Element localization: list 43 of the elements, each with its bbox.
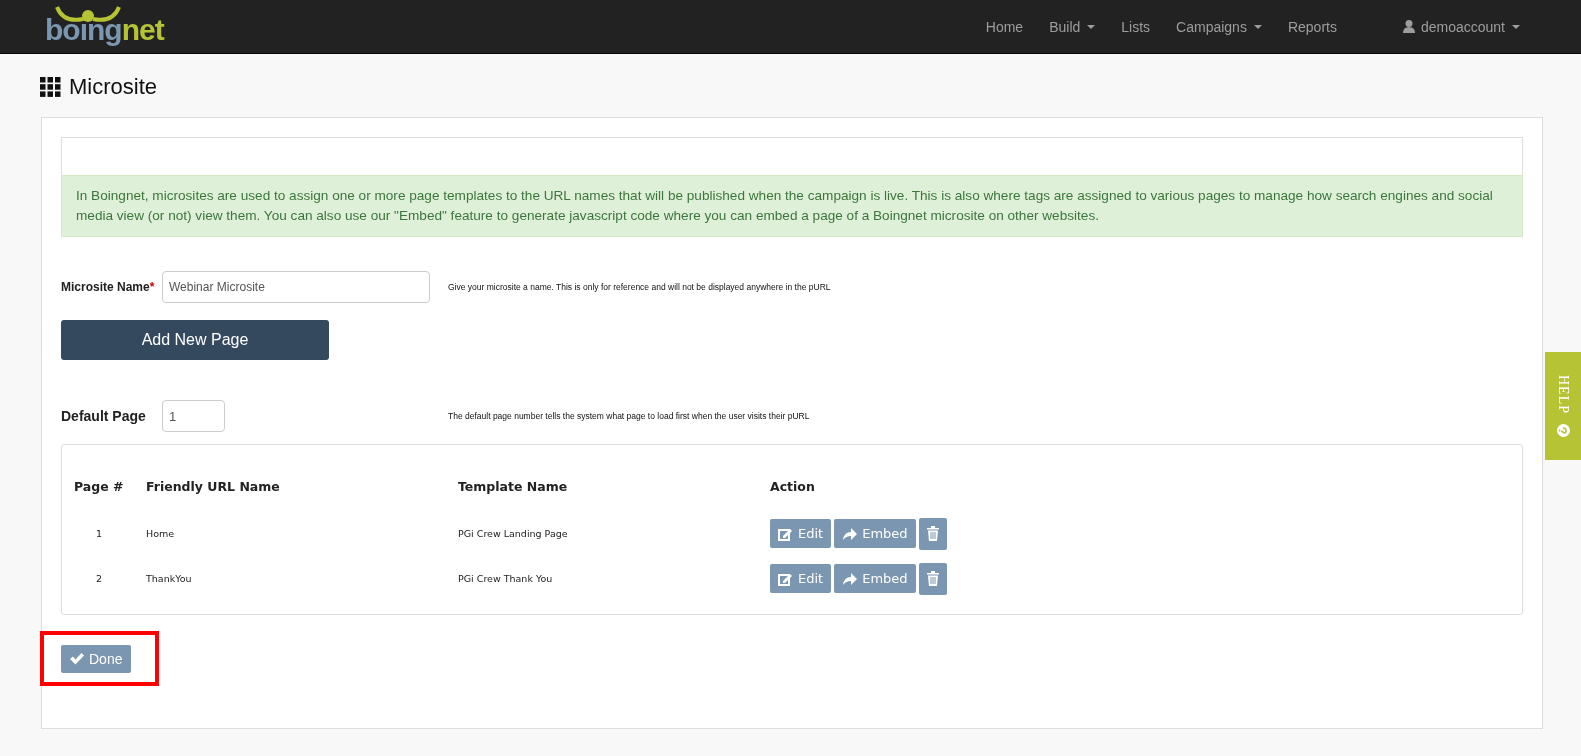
grid-icon [40,77,61,97]
add-new-page-button[interactable]: Add New Page [61,320,329,360]
table-cell: ThankYou [146,573,192,584]
nav-link[interactable]: Build [1036,10,1109,43]
nav-link[interactable]: Campaigns [1163,10,1275,43]
question-icon [1556,424,1570,437]
info-message: In Boingnet, microsites are used to assign one or more page templates to the URL names that will be published when the campaign is live. This is also where tags are assigned to various pages to manage how search engines and social media view (or not) view them. You can also use our "Embed" feature to generate javascript code where you can embed a page of a Boingnet microsite on other websites. [61,175,1523,237]
field-label: Microsite Name* [61,280,156,294]
table-cell: PGi Crew Thank You [458,573,553,584]
column-header: Page # [74,478,124,494]
user-icon [1402,20,1415,33]
arrow-icon [842,571,858,586]
trash-icon [926,526,939,541]
field-label: Default Page [61,408,147,424]
embed-button[interactable]: Embed [834,564,916,593]
microsite-name-field[interactable]: Webinar Microsite [162,271,430,303]
logo[interactable]: boingnet [45,1,170,52]
delete-button[interactable] [918,562,947,595]
delete-button[interactable] [918,517,947,550]
table-cell: 1 [96,528,103,539]
embed-button[interactable]: Embed [834,519,916,548]
column-header: Friendly URL Name [146,478,280,494]
nav-link[interactable]: Home [972,10,1037,43]
edit-button[interactable]: Edit [770,564,832,593]
edit-icon [778,571,793,586]
table-cell: Home [146,528,175,539]
hint-text: Give your microsite a name. This is only for reference and will not be displayed anywhere in the pURL [448,282,831,292]
edit-button[interactable]: Edit [770,519,832,548]
table-cell: 2 [96,573,103,584]
nav-link[interactable]: Lists [1108,10,1164,43]
default-page-field[interactable]: 1 [162,400,225,432]
column-header: Template Name [458,478,568,494]
arrow-icon [842,526,858,541]
trash-icon [926,571,939,586]
table-cell: PGi Crew Landing Page [458,528,568,539]
edit-icon [778,526,793,541]
nav-link[interactable]: Reports [1274,10,1350,43]
column-header: Action [770,478,815,494]
page-title: Microsite [69,74,157,100]
checkmark-icon [70,653,84,665]
done-button[interactable]: Done [61,645,132,673]
hint-text: The default page number tells the system what page to load first when the user visits their pURL [448,411,810,421]
user-menu[interactable]: demoaccount [1389,10,1533,43]
